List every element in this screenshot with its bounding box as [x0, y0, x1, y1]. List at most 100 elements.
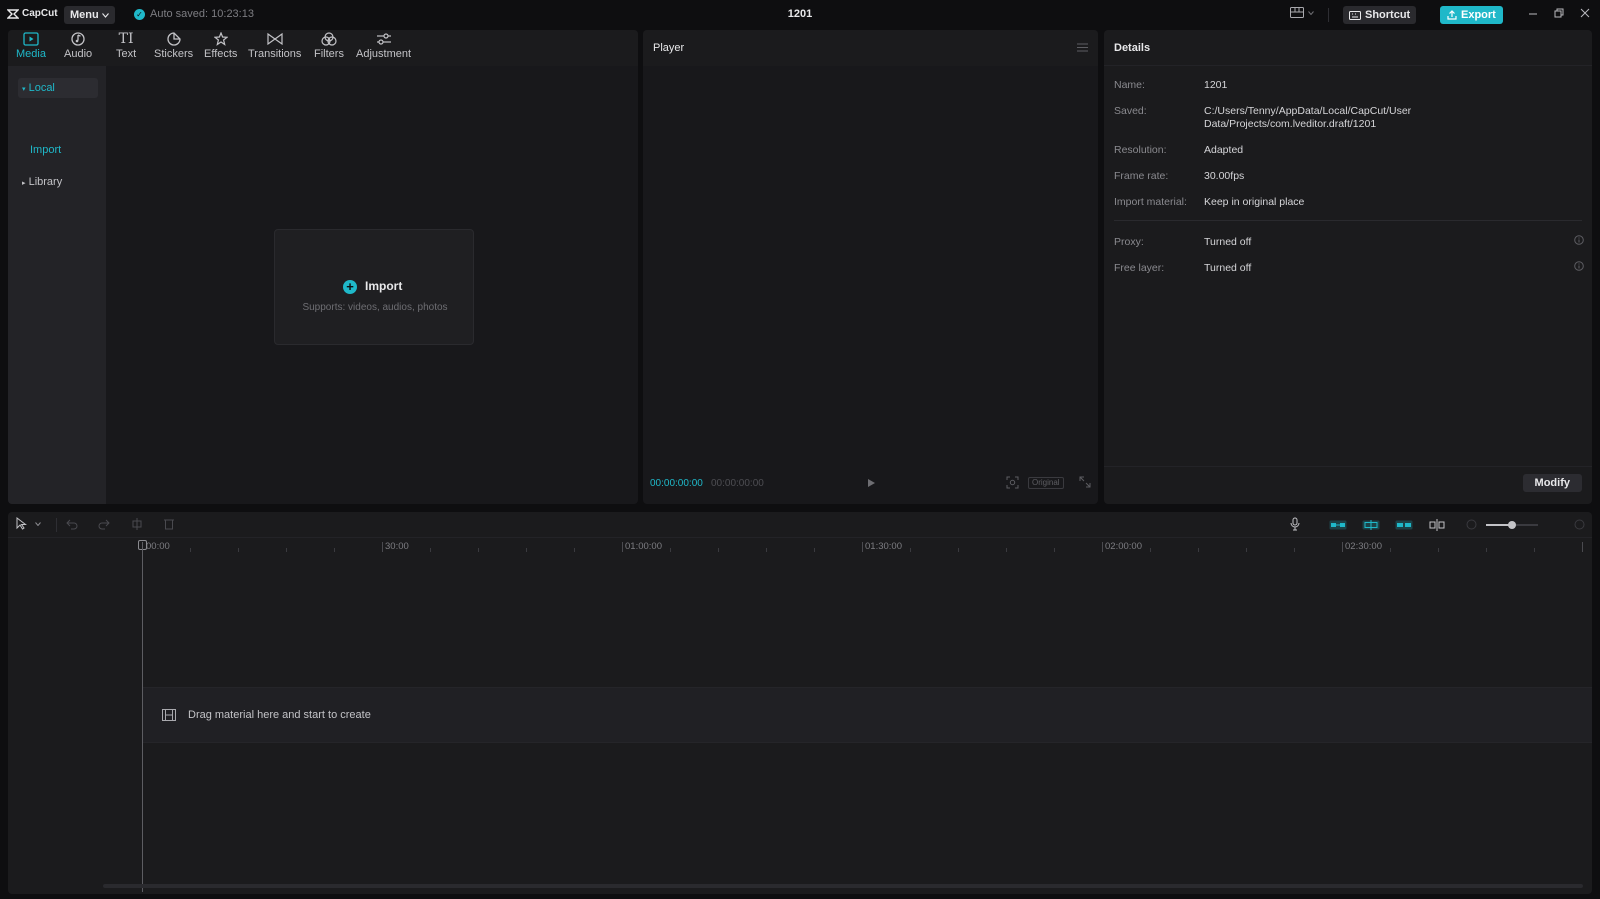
sidebar-item-label: Library: [28, 176, 63, 188]
tab-label: Effects: [204, 48, 238, 60]
import-label: Import: [365, 279, 403, 293]
ruler-minor-tick: [1438, 548, 1439, 552]
aspect-ratio-button[interactable]: Original: [1028, 477, 1064, 489]
text-icon: TI: [118, 31, 134, 47]
detail-label-frame-rate: Frame rate:: [1114, 170, 1169, 182]
fit-timeline-icon[interactable]: [1574, 519, 1585, 530]
detail-value-frame-rate: 30.00fps: [1204, 170, 1245, 182]
timeline-ruler[interactable]: 00:00 30:00 01:00:00 01:30:00 02:00:00 0…: [8, 538, 1592, 556]
import-dropzone[interactable]: + Import Supports: videos, audios, photo…: [274, 229, 474, 345]
import-hint: Supports: videos, audios, photos: [302, 302, 448, 313]
ruler-minor-tick: [1294, 548, 1295, 552]
ruler-minor-tick: [1390, 548, 1391, 552]
info-icon[interactable]: [1574, 235, 1584, 245]
ruler-tick: [1582, 542, 1583, 552]
filters-icon: [321, 32, 337, 46]
detail-value-proxy: Turned off: [1204, 236, 1252, 248]
player-panel: Player 00:00:00:00 00:00:00:00 Original: [643, 30, 1098, 504]
tab-label: Filters: [314, 48, 344, 60]
timeline-panel: 00:00 30:00 01:00:00 01:30:00 02:00:00 0…: [8, 512, 1592, 894]
adjustment-icon: [376, 33, 391, 45]
ruler-tick: [1342, 542, 1343, 552]
tab-stickers[interactable]: Stickers: [154, 32, 193, 60]
zoom-slider[interactable]: [1486, 521, 1538, 529]
tab-filters[interactable]: Filters: [314, 32, 344, 60]
main-track[interactable]: Drag material here and start to create: [143, 687, 1592, 743]
minimize-icon[interactable]: [1528, 8, 1538, 18]
sidebar-item-local[interactable]: ▾ Local: [18, 78, 98, 98]
ruler-minor-tick: [1534, 548, 1535, 552]
play-icon[interactable]: [867, 478, 876, 488]
toolbar-tabs: Media Audio TI Text Stickers Effects Tra…: [8, 30, 638, 66]
main-track-magnet-icon[interactable]: [1329, 520, 1347, 530]
detail-label-name: Name:: [1114, 79, 1145, 91]
tab-text[interactable]: TI Text: [116, 32, 136, 60]
chevron-down-icon: [1308, 10, 1314, 15]
layout-icon: [1290, 7, 1304, 18]
close-icon[interactable]: [1580, 8, 1590, 18]
layout-button[interactable]: [1290, 7, 1314, 18]
zoom-slider-handle[interactable]: [1508, 521, 1516, 529]
menu-label: Menu: [70, 9, 99, 21]
fullscreen-icon[interactable]: [1079, 476, 1091, 488]
sidebar-item-import[interactable]: Import: [30, 144, 61, 156]
detail-label-import-material: Import material:: [1114, 196, 1187, 208]
shortcut-button[interactable]: Shortcut: [1343, 6, 1417, 24]
select-tool-icon[interactable]: [16, 517, 28, 530]
ruler-tick: [382, 542, 383, 552]
preview-axis-icon[interactable]: [1429, 519, 1445, 531]
divider: [1114, 220, 1582, 221]
sticker-icon: [166, 32, 181, 46]
keyboard-icon: [1349, 10, 1361, 20]
ruler-minor-tick: [430, 548, 431, 552]
zoom-out-icon[interactable]: [1466, 519, 1477, 530]
sidebar-item-library[interactable]: ▸ Library: [18, 172, 98, 192]
tab-media[interactable]: Media: [16, 32, 46, 60]
tab-label: Adjustment: [356, 48, 412, 60]
tab-effects[interactable]: Effects: [204, 32, 237, 60]
redo-icon[interactable]: [98, 518, 110, 530]
microphone-icon[interactable]: [1290, 517, 1300, 531]
duration-timecode: 00:00:00:00: [711, 478, 764, 489]
ruler-minor-tick: [526, 548, 527, 552]
check-icon: ✓: [134, 8, 145, 20]
ruler-minor-tick: [478, 548, 479, 552]
ruler-label: 01:30:00: [865, 541, 902, 552]
details-footer: Modify: [1104, 466, 1592, 504]
tab-adjustment[interactable]: Adjustment: [356, 32, 411, 60]
undo-icon[interactable]: [66, 518, 78, 530]
info-icon[interactable]: [1574, 261, 1584, 271]
ruler-minor-tick: [1150, 548, 1151, 552]
ruler-minor-tick: [958, 548, 959, 552]
split-icon[interactable]: [132, 518, 142, 530]
detail-label-saved: Saved:: [1114, 105, 1147, 117]
export-button[interactable]: Export: [1440, 6, 1503, 24]
detail-value-import-material: Keep in original place: [1204, 196, 1305, 208]
hamburger-menu-icon[interactable]: [1077, 43, 1088, 52]
film-strip-icon: [162, 709, 176, 721]
chevron-down-icon[interactable]: [35, 522, 41, 526]
current-timecode: 00:00:00:00: [650, 478, 703, 489]
delete-icon[interactable]: [164, 518, 174, 530]
menu-button[interactable]: Menu: [64, 6, 115, 24]
ruler-label: 30:00: [385, 541, 409, 552]
capcut-logo: CapCut: [7, 8, 58, 19]
restore-icon[interactable]: [1554, 8, 1564, 18]
ruler-minor-tick: [814, 548, 815, 552]
linkage-icon[interactable]: [1395, 520, 1413, 530]
tab-audio[interactable]: Audio: [64, 32, 92, 60]
auto-snap-icon[interactable]: [1362, 520, 1380, 530]
ruler-label: 02:30:00: [1345, 541, 1382, 552]
ruler-minor-tick: [766, 548, 767, 552]
crop-fit-icon[interactable]: [1006, 476, 1019, 489]
timeline-toolbar: [8, 512, 1592, 538]
details-panel: Details Name: 1201 Saved: C:/Users/Tenny…: [1104, 30, 1592, 504]
horizontal-scrollbar[interactable]: [103, 884, 1583, 888]
ruler-tick: [1102, 542, 1103, 552]
detail-value-name: 1201: [1204, 79, 1228, 91]
tab-label: Stickers: [154, 48, 194, 60]
tab-label: Media: [16, 48, 46, 60]
ruler-tick: [862, 542, 863, 552]
modify-button[interactable]: Modify: [1522, 474, 1582, 492]
tab-transitions[interactable]: Transitions: [248, 32, 301, 60]
